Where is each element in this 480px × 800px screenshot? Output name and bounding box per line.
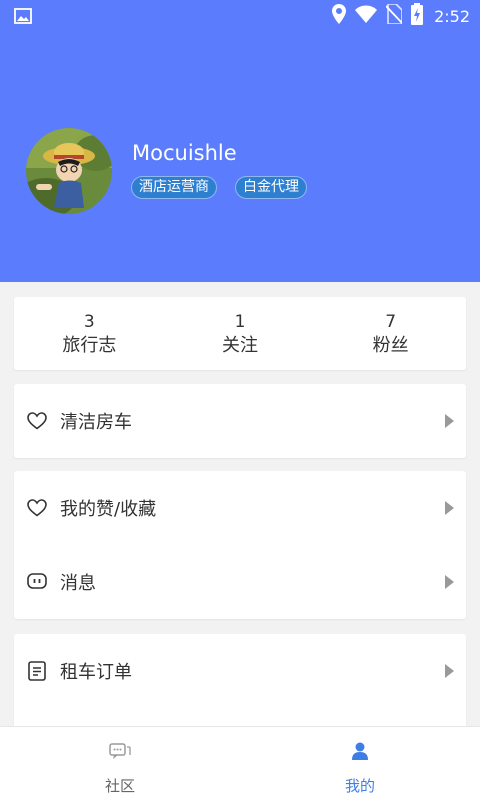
chevron-right-icon [445,501,454,515]
user-icon [351,739,369,763]
stat-followers[interactable]: 7 粉丝 [315,297,466,370]
stat-travel-notes[interactable]: 3 旅行志 [14,297,165,370]
heart-icon [26,410,48,432]
menu-card-orders: 租车订单 [14,634,466,734]
image-notification-icon [14,8,32,28]
stats-card: 3 旅行志 1 关注 7 粉丝 [14,297,466,370]
badge-hotel-operator: 酒店运营商 [131,176,217,199]
stat-following[interactable]: 1 关注 [165,297,316,370]
stat-value: 3 [83,312,95,332]
badge-platinum-agent: 白金代理 [235,176,307,199]
menu-card-social: 我的赞/收藏 消息 [14,471,466,619]
menu-label: 租车订单 [60,662,132,683]
chevron-right-icon [445,414,454,428]
stat-label: 关注 [222,335,258,356]
menu-item-clean-room-car[interactable]: 清洁房车 [14,384,466,458]
status-time: 2:52 [434,6,470,26]
chat-bubbles-icon [109,739,131,763]
menu-label: 消息 [60,573,96,594]
location-icon [332,4,347,28]
avatar[interactable] [26,128,112,214]
username: Mocuishle [132,141,237,165]
menu-label: 清洁房车 [60,412,132,433]
tab-mine[interactable]: 我的 [240,727,480,800]
chevron-right-icon [445,664,454,678]
wifi-icon [355,5,378,27]
stat-value: 1 [234,312,246,332]
menu-card-clean: 清洁房车 [14,384,466,458]
profile-header: 2:52 Mocuishle 酒店运营商 白金代理 [0,0,480,282]
status-bar: 2:52 [0,0,480,32]
menu-item-likes-favorites[interactable]: 我的赞/收藏 [14,471,466,545]
document-list-icon [26,660,48,682]
menu-item-rental-orders[interactable]: 租车订单 [14,634,466,708]
tab-label: 社区 [104,777,135,795]
battery-charging-icon [411,3,424,29]
chevron-right-icon [445,575,454,589]
message-icon [26,571,48,593]
role-badges: 酒店运营商 白金代理 [131,176,307,199]
bottom-tab-bar: 社区 我的 [0,726,480,800]
menu-label: 我的赞/收藏 [60,499,157,520]
tab-label: 我的 [344,777,375,795]
stat-label: 粉丝 [372,335,409,356]
menu-item-messages[interactable]: 消息 [14,545,466,619]
stat-label: 旅行志 [62,335,117,356]
tab-community[interactable]: 社区 [0,727,240,800]
heart-icon [26,497,48,519]
stat-value: 7 [385,312,397,332]
no-sim-icon [385,3,403,28]
